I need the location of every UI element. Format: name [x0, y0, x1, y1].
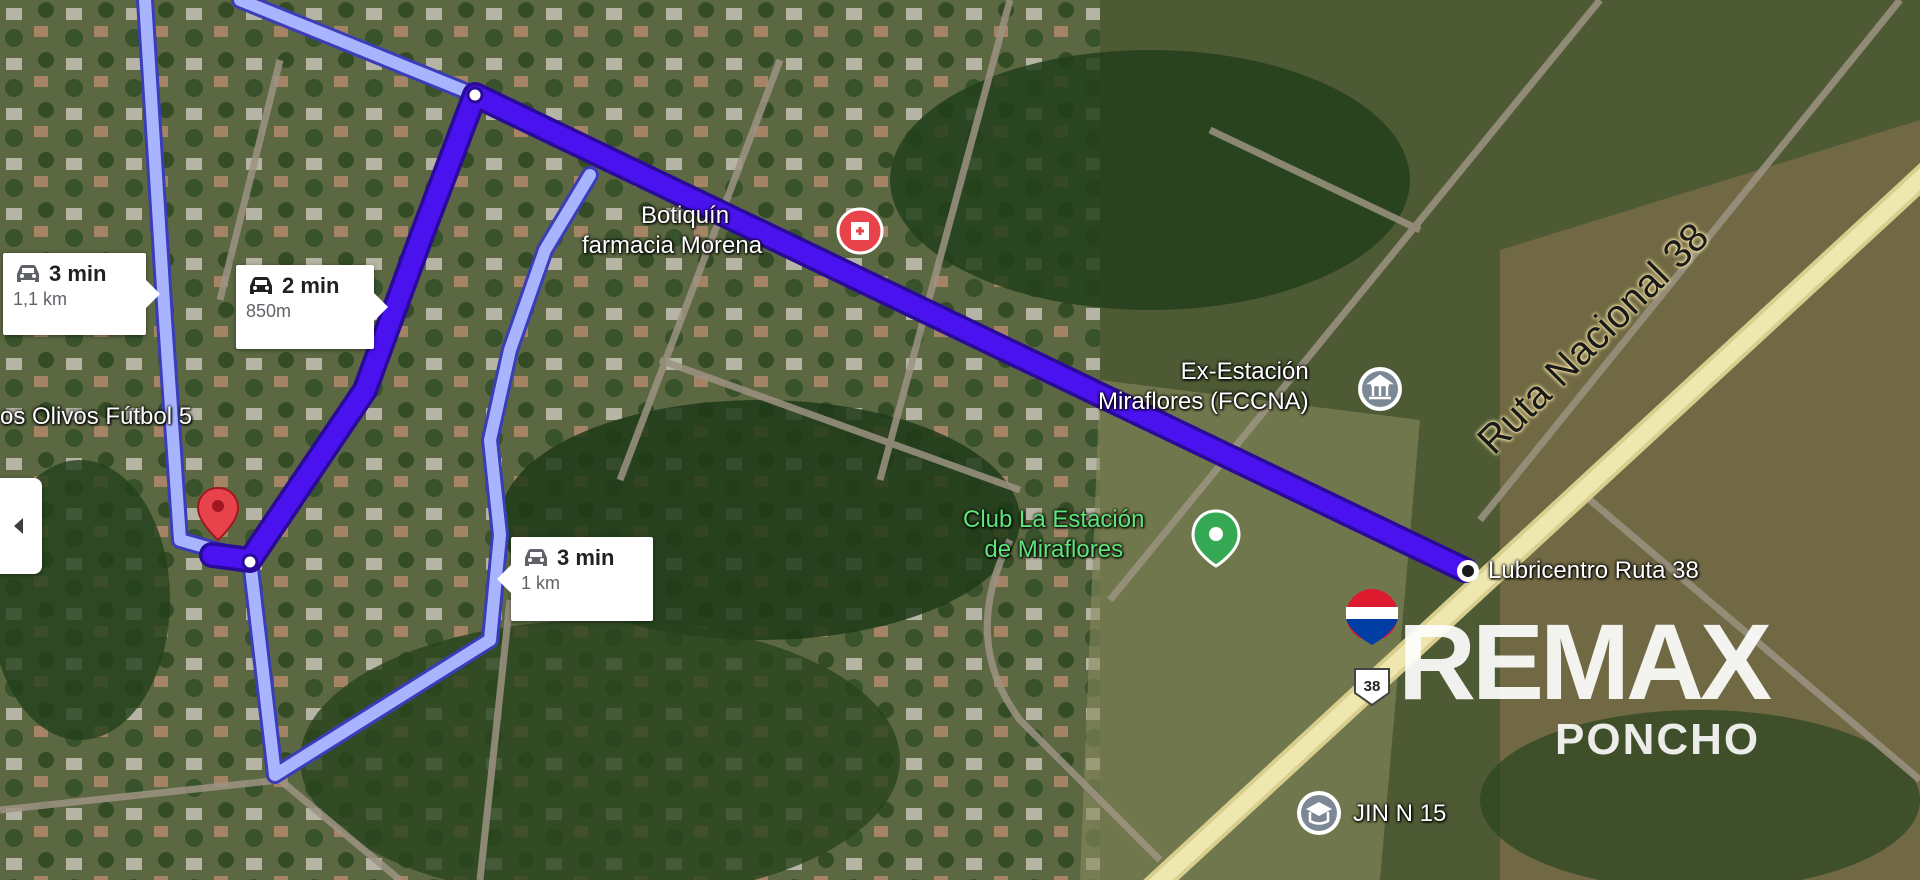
box-pointer: [146, 280, 160, 308]
poi-label-club[interactable]: Club La Estación de Miraflores: [963, 505, 1144, 565]
poi-label-botiquin[interactable]: Botiquín farmacia Morena: [582, 201, 762, 261]
poi-line: Miraflores (FCCNA): [1098, 388, 1309, 415]
car-icon: [250, 277, 272, 294]
poi-line: JIN N 15: [1353, 800, 1447, 827]
svg-text:38: 38: [1364, 678, 1381, 695]
route-time: 3 min: [49, 261, 107, 286]
museum-pin-icon: [1358, 367, 1402, 411]
box-pointer: [497, 565, 511, 593]
poi-line: os Olivos Fútbol 5: [0, 403, 193, 430]
route-distance: 1,1 km: [13, 289, 68, 309]
route-info-alt-west[interactable]: 3 min 1,1 km: [3, 253, 160, 335]
poi-label-ex-estacion[interactable]: Ex-Estación Miraflores (FCCNA): [1098, 357, 1309, 417]
remax-office: PONCHO: [1555, 715, 1761, 764]
route-info-main[interactable]: 2 min 850m: [236, 265, 388, 349]
poi-line: de Miraflores: [984, 536, 1124, 563]
poi-label-jin[interactable]: JIN N 15: [1353, 799, 1446, 829]
box-pointer: [374, 293, 388, 321]
school-pin-icon: [1297, 791, 1341, 835]
route-info-alt-east[interactable]: 3 min 1 km: [497, 537, 653, 621]
route-distance: 1 km: [521, 573, 561, 593]
waypoint-icon: [241, 553, 259, 571]
poi-line: Lubricentro Ruta 38: [1488, 557, 1699, 584]
car-icon: [17, 265, 39, 282]
poi-label-olivos[interactable]: os Olivos Fútbol 5: [0, 402, 192, 432]
poi-line: Botiquín: [641, 202, 730, 229]
collapse-panel-button[interactable]: [0, 478, 42, 574]
poi-line: Ex-Estación: [1180, 358, 1309, 385]
car-icon: [525, 549, 547, 566]
pharmacy-pin-icon: [836, 207, 884, 255]
chevron-left-icon: [14, 518, 23, 534]
route-time: 2 min: [282, 273, 340, 298]
poi-label-lubricentro[interactable]: Lubricentro Ruta 38: [1488, 556, 1699, 586]
route-distance: 850m: [246, 301, 292, 321]
poi-line: farmacia Morena: [582, 232, 763, 259]
remax-watermark: REMAX: [1398, 601, 1772, 722]
route-time: 3 min: [557, 545, 615, 570]
poi-line: Club La Estación: [963, 506, 1145, 533]
